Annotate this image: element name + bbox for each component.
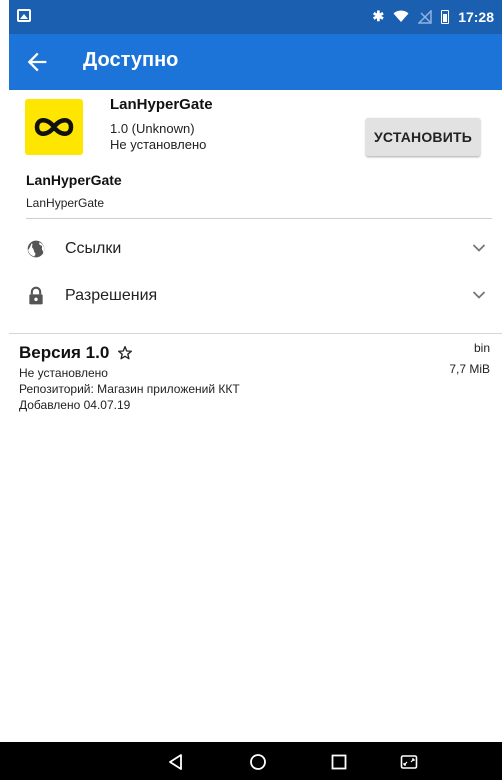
app-summary: LanHyperGate <box>26 172 122 188</box>
app-bar: Доступно <box>9 34 502 90</box>
wifi-icon <box>393 10 409 22</box>
permissions-label: Разрешения <box>65 287 158 304</box>
version-label: Версия 1.0 <box>19 343 110 362</box>
arrow-back-icon[interactable] <box>23 48 51 76</box>
chevron-down-icon <box>472 291 486 299</box>
notification-image-icon <box>17 9 31 22</box>
signal-off-icon <box>418 9 432 24</box>
version-entry-title[interactable]: Версия 1.0 <box>19 343 133 363</box>
app-version: 1.0 (Unknown) <box>110 121 195 136</box>
version-arch: bin <box>473 341 490 355</box>
status-icons: ✱ 17:28 <box>372 8 494 25</box>
status-time: 17:28 <box>458 8 494 25</box>
app-name: LanHyperGate <box>110 96 213 113</box>
lock-icon <box>29 286 43 305</box>
screen: ✱ 17:28 Доступно LanHyperGate 1.0 (Unkno… <box>9 0 502 780</box>
version-size: 7,7 MiB <box>449 362 490 376</box>
install-button[interactable]: УСТАНОВИТЬ <box>366 118 480 156</box>
nav-recents-icon[interactable] <box>330 753 348 771</box>
permissions-section[interactable]: Разрешения <box>9 274 502 320</box>
links-section[interactable]: Ссылки <box>9 227 502 273</box>
version-status: Не установлено <box>19 366 108 380</box>
infinity-icon <box>34 118 74 136</box>
star-outline-icon[interactable] <box>117 345 133 361</box>
chevron-down-icon <box>472 244 486 252</box>
divider <box>9 333 502 334</box>
nav-home-icon[interactable] <box>249 753 267 771</box>
battery-icon <box>441 9 450 24</box>
divider <box>26 218 492 219</box>
app-logo-icon <box>25 99 83 155</box>
globe-icon <box>27 240 45 258</box>
status-bar: ✱ 17:28 <box>9 0 502 34</box>
app-header: LanHyperGate 1.0 (Unknown) Не установлен… <box>9 90 502 168</box>
version-added-date: Добавлено 04.07.19 <box>19 398 131 412</box>
navigation-bar <box>0 742 502 780</box>
app-install-status: Не установлено <box>110 137 207 152</box>
version-repository: Репозиторий: Магазин приложений ККТ <box>19 382 240 396</box>
screen-expand-icon[interactable] <box>400 753 418 771</box>
links-label: Ссылки <box>65 240 122 257</box>
app-description: LanHyperGate <box>26 196 105 210</box>
page-title: Доступно <box>83 49 179 71</box>
nav-back-icon[interactable] <box>167 753 185 771</box>
bluetooth-icon: ✱ <box>372 8 385 24</box>
